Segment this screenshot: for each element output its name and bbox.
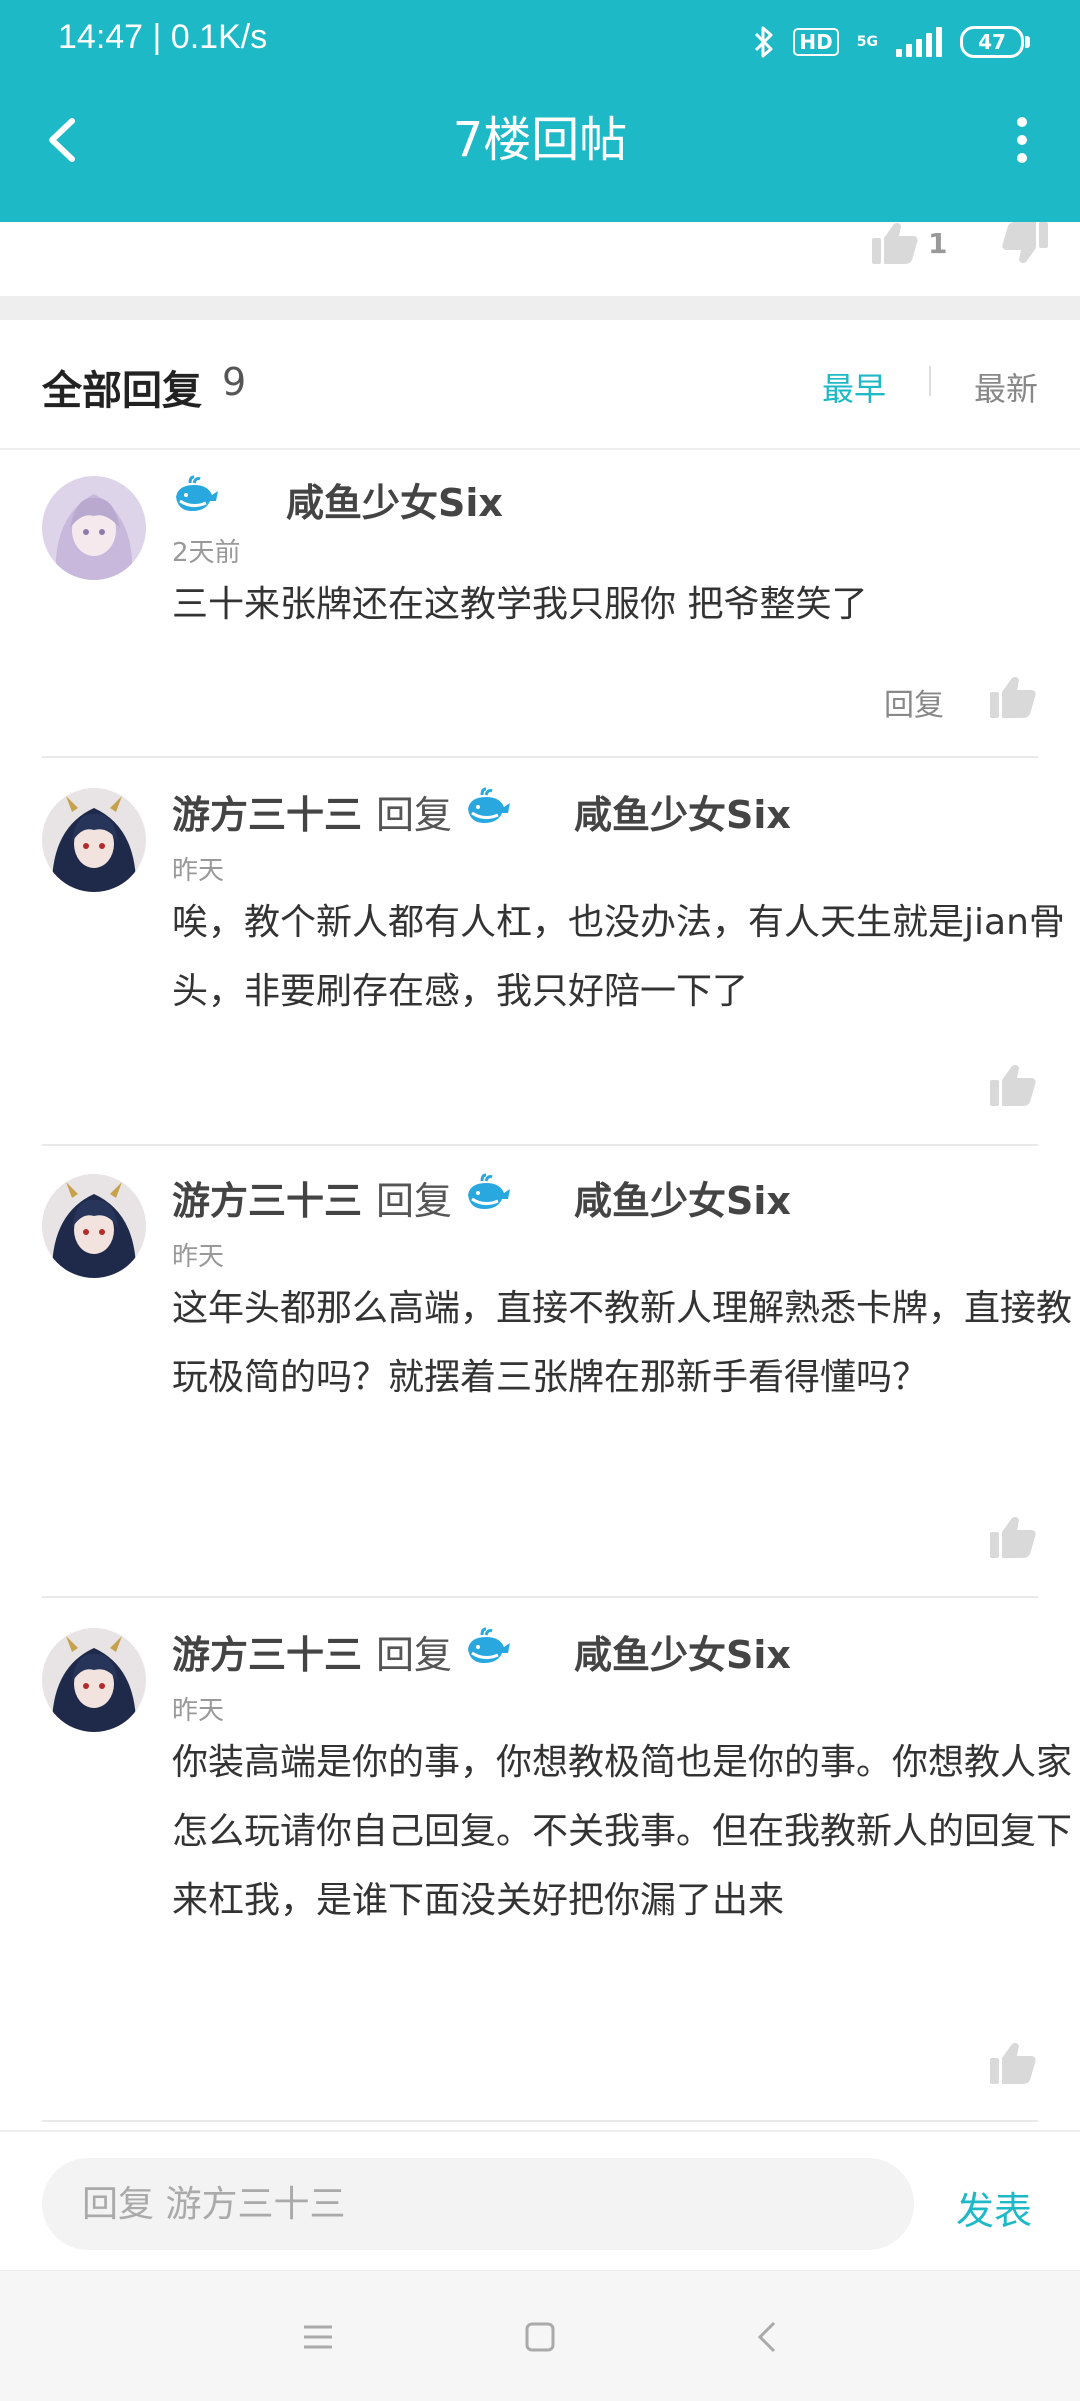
reply-input[interactable] — [42, 2158, 914, 2250]
hd-icon: HD — [793, 28, 839, 56]
reply-to-label: 回复 — [376, 1633, 453, 1677]
reply-header: 咸鱼少女Six — [172, 472, 503, 527]
reply-time: 昨天 — [172, 856, 225, 886]
reply-time: 昨天 — [172, 1242, 225, 1272]
reply-target-name[interactable]: 咸鱼少女Six — [574, 1624, 791, 1679]
reply-time: 昨天 — [172, 1696, 225, 1726]
signal-icon — [896, 27, 942, 57]
upvote-button[interactable]: 1 — [872, 222, 947, 264]
home-nav-button[interactable] — [520, 2317, 560, 2357]
reply-item: 咸鱼少女Six 2天前 三十来张牌还在这教学我只服你 把爷整笑了 回复 — [42, 450, 1038, 758]
post-vote-strip: 1 — [0, 222, 1080, 296]
sort-latest-tab[interactable]: 最新 — [974, 364, 1038, 410]
bluetooth-icon — [755, 26, 773, 58]
reply-text: 三十来张牌还在这教学我只服你 把爷整笑了 — [172, 584, 868, 625]
downvote-button[interactable] — [1002, 222, 1048, 268]
whale-badge-icon — [464, 787, 512, 836]
reply-text: 这年头都那么高端，直接不教新人理解熟悉卡牌，直接教玩极简的吗？就摆着三张牌在那新… — [172, 1288, 1073, 1398]
thumb-up-icon — [990, 2042, 1036, 2084]
menu-nav-button[interactable] — [298, 2317, 338, 2357]
upvote-count: 1 — [928, 226, 948, 260]
replies-count: 9 — [222, 360, 247, 404]
whale-badge-icon — [464, 1173, 512, 1222]
back-nav-button[interactable] — [748, 2317, 788, 2357]
sort-separator — [929, 366, 931, 396]
reply-item: 游方三十三 回复 咸鱼少女Six 昨天 你装高端是你的事，你想教极简也是你的事。… — [42, 1598, 1072, 2122]
like-button[interactable] — [990, 676, 1040, 722]
avatar[interactable] — [42, 788, 146, 892]
thumb-up-icon — [872, 222, 918, 264]
reply-text: 你装高端是你的事，你想教极简也是你的事。你想教人家怎么玩请你自己回复。不关我事。… — [172, 1742, 1073, 1921]
reply-input-bar: 发表 — [0, 2130, 1080, 2272]
like-button[interactable] — [990, 1064, 1040, 1110]
like-button[interactable] — [990, 2042, 1040, 2088]
whale-badge-icon — [464, 1627, 512, 1676]
page-title: 7楼回帖 — [452, 112, 628, 168]
title-bar: 7楼回帖 — [0, 82, 1080, 222]
reply-item: 游方三十三 回复 咸鱼少女Six 昨天 这年头都那么高端，直接不教新人理解熟悉卡… — [42, 1144, 1072, 1598]
more-vertical-icon — [1017, 117, 1027, 163]
avatar[interactable] — [42, 476, 146, 580]
reply-author-name[interactable]: 游方三十三 — [172, 784, 362, 839]
menu-icon — [304, 2325, 332, 2349]
thumb-up-icon — [990, 1064, 1036, 1106]
app-bar: 14:47 | 0.1K/s HD 5G 47 7楼回帖 — [0, 0, 1080, 222]
reply-author-name[interactable]: 咸鱼少女Six — [286, 472, 503, 527]
reply-button[interactable]: 回复 — [884, 680, 944, 724]
status-icons: HD 5G 47 — [753, 22, 1030, 62]
back-triangle-icon — [757, 2321, 776, 2353]
sort-earliest-tab[interactable]: 最早 — [822, 364, 886, 410]
reply-to-label: 回复 — [376, 1179, 453, 1223]
network-type-label: 5G — [856, 34, 878, 50]
reply-item: 游方三十三 回复 咸鱼少女Six 昨天 唉，教个新人都有人杠，也没办法，有人天生… — [42, 758, 1065, 1146]
reply-header: 游方三十三 回复 咸鱼少女Six — [172, 784, 791, 839]
system-nav-bar — [0, 2270, 1080, 2401]
avatar[interactable] — [42, 1174, 146, 1278]
reply-header: 游方三十三 回复 咸鱼少女Six — [172, 1170, 791, 1225]
reply-author-name[interactable]: 游方三十三 — [172, 1170, 362, 1225]
avatar[interactable] — [42, 1628, 146, 1732]
reply-target-name[interactable]: 咸鱼少女Six — [574, 784, 791, 839]
replies-header: 全部回复 9 最早 最新 — [0, 320, 1080, 450]
like-button[interactable] — [990, 1516, 1040, 1562]
thumb-up-icon — [990, 676, 1036, 718]
thumb-up-icon — [990, 1516, 1036, 1558]
more-options-button[interactable] — [994, 110, 1050, 170]
battery-level: 47 — [978, 30, 1006, 54]
reply-header: 游方三十三 回复 咸鱼少女Six — [172, 1624, 791, 1679]
thumb-down-icon — [1002, 222, 1048, 264]
battery-icon: 47 — [960, 26, 1030, 58]
reply-to-label: 回复 — [376, 793, 453, 837]
whale-badge-icon — [172, 475, 220, 524]
reply-target-name[interactable]: 咸鱼少女Six — [574, 1170, 791, 1225]
replies-title: 全部回复 — [42, 368, 202, 414]
reply-text: 唉，教个新人都有人杠，也没办法，有人天生就是jian骨头，非要刷存在感，我只好陪… — [172, 902, 1065, 1012]
status-bar: 14:47 | 0.1K/s HD 5G 47 — [0, 0, 1080, 82]
home-square-icon — [525, 2322, 555, 2352]
submit-button[interactable]: 发表 — [956, 2180, 1032, 2235]
section-divider — [0, 296, 1080, 320]
reply-time: 2天前 — [172, 538, 241, 568]
status-time-speed: 14:47 | 0.1K/s — [58, 18, 268, 56]
reply-author-name[interactable]: 游方三十三 — [172, 1624, 362, 1679]
